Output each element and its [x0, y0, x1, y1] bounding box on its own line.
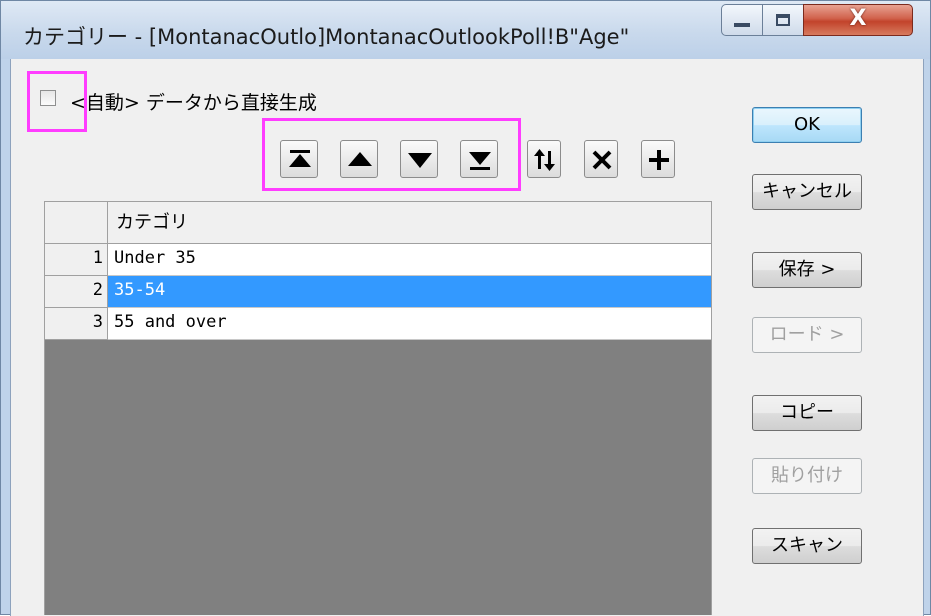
category-column-header[interactable]: カテゴリ — [108, 202, 711, 244]
add-icon — [649, 150, 669, 170]
move-down-icon — [408, 153, 432, 168]
row-number[interactable]: 2 — [45, 276, 108, 308]
category-cell[interactable]: 55 and over — [108, 308, 711, 340]
row-number[interactable]: 1 — [45, 244, 108, 276]
load-button[interactable]: ロード > — [752, 317, 862, 353]
minimize-button[interactable] — [721, 4, 763, 36]
category-cell[interactable]: Under 35 — [108, 244, 711, 276]
table-row[interactable]: 1 Under 35 — [45, 244, 711, 276]
close-button[interactable]: X — [803, 4, 913, 36]
reverse-order-button[interactable] — [527, 140, 561, 178]
move-up-icon — [348, 152, 372, 166]
window-title: カテゴリー - [MontanacOutlo]MontanacOutlookPo… — [23, 25, 630, 49]
ok-button[interactable]: OK — [752, 107, 862, 143]
scan-button[interactable]: スキャン — [752, 528, 862, 564]
move-to-top-icon — [289, 150, 311, 167]
close-icon: X — [849, 6, 867, 31]
move-to-top-button[interactable] — [280, 140, 318, 178]
move-to-bottom-button[interactable] — [460, 140, 498, 178]
save-button[interactable]: 保存 > — [752, 252, 862, 288]
maximize-button[interactable] — [762, 4, 804, 36]
minimize-icon — [734, 23, 750, 27]
delete-button[interactable] — [584, 140, 618, 178]
delete-icon — [592, 150, 612, 170]
grid-corner-header[interactable] — [45, 202, 108, 244]
move-down-button[interactable] — [400, 140, 438, 178]
add-button[interactable] — [641, 140, 675, 178]
table-row-selected[interactable]: 2 35-54 — [45, 276, 711, 308]
table-row[interactable]: 3 55 and over — [45, 308, 711, 340]
paste-button[interactable]: 貼り付け — [752, 458, 862, 494]
category-grid[interactable]: カテゴリ 1 Under 35 2 35-54 3 55 and over — [44, 201, 712, 615]
move-to-bottom-icon — [469, 152, 491, 170]
move-up-button[interactable] — [340, 140, 378, 178]
auto-generate-label: <自動> データから直接生成 — [70, 92, 317, 114]
copy-button[interactable]: コピー — [752, 395, 862, 431]
category-cell[interactable]: 35-54 — [108, 276, 711, 308]
title-bar[interactable]: カテゴリー - [MontanacOutlo]MontanacOutlookPo… — [1, 1, 930, 59]
reverse-order-icon — [534, 149, 555, 171]
row-number[interactable]: 3 — [45, 308, 108, 340]
cancel-button[interactable]: キャンセル — [752, 174, 862, 210]
auto-generate-checkbox[interactable] — [40, 90, 56, 106]
maximize-icon — [776, 14, 790, 26]
